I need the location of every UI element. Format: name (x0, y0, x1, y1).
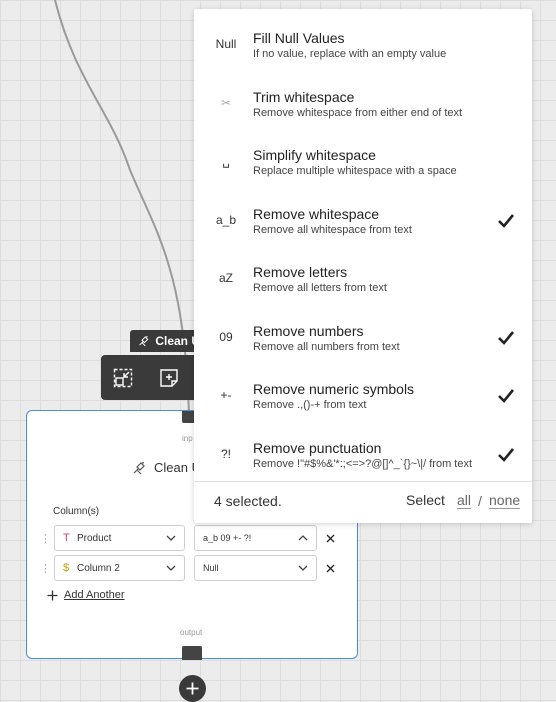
node-title: Clean U (132, 460, 201, 475)
option-title: Fill Null Values (253, 30, 345, 46)
selected-count: 4 selected. (214, 493, 282, 509)
add-node-button[interactable] (179, 675, 206, 702)
output-port-label: output (180, 628, 203, 637)
option-description: Remove !"#$%&'*:;<=>?@[]^_`{}~\|/ from t… (253, 458, 473, 470)
dropdown-footer: 4 selected. Select all / none (194, 481, 532, 523)
punctuation-icon: ?! (220, 447, 231, 461)
input-port-label: inp (182, 434, 193, 443)
option-remove-numbers[interactable]: 09 Remove numbers Remove all numbers fro… (194, 310, 532, 366)
plus-icon (186, 682, 199, 695)
option-description: Remove all whitespace from text (253, 224, 412, 236)
add-another-label: Add Another (64, 589, 125, 601)
whitespace-icon: ␣ (222, 154, 230, 168)
option-remove-letters[interactable]: aZ Remove letters Remove all letters fro… (194, 251, 532, 307)
operations-select[interactable]: a_b 09 +- ?! (194, 525, 317, 551)
column-select-value: Column 2 (77, 562, 120, 574)
checkmark-icon (498, 214, 515, 228)
option-description: If no value, replace with an empty value (253, 48, 447, 60)
close-icon (326, 534, 334, 542)
option-title: Remove numbers (253, 323, 364, 339)
chevron-down-icon (298, 565, 308, 571)
select-separator: / (478, 493, 482, 509)
output-port[interactable] (182, 646, 202, 660)
column-row: ⋮⋮ T Product a_b 09 +- ?! (40, 525, 340, 551)
node-toolbar (101, 355, 200, 400)
option-title: Remove punctuation (253, 440, 382, 456)
note-icon (160, 368, 178, 387)
checkmark-icon (498, 331, 515, 345)
option-title: Simplify whitespace (253, 147, 376, 163)
column-select[interactable]: T Product (54, 525, 185, 551)
collapse-icon (113, 368, 133, 387)
column-row: ⋮⋮ $ Column 2 Null (40, 555, 340, 581)
operations-dropdown: Null Fill Null Values If no value, repla… (194, 9, 532, 523)
option-fill-null[interactable]: Null Fill Null Values If no value, repla… (194, 17, 532, 73)
option-description: Remove all numbers from text (253, 341, 400, 353)
option-description: Replace multiple whitespace with a space (253, 165, 457, 177)
column-select-value: Product (77, 532, 112, 544)
option-remove-numeric-symbols[interactable]: +- Remove numeric symbols Remove .,()-+ … (194, 368, 532, 424)
column-select[interactable]: $ Column 2 (54, 555, 185, 581)
chevron-up-icon (298, 535, 308, 541)
add-another-button[interactable]: Add Another (47, 589, 125, 601)
node-tag: Clean U (130, 330, 200, 352)
clean-icon (139, 336, 149, 347)
chevron-down-icon (166, 535, 176, 541)
select-label: Select (406, 492, 445, 508)
numbers-icon: 09 (219, 330, 233, 344)
select-all-link[interactable]: all (457, 493, 472, 509)
option-title: Remove letters (253, 264, 348, 280)
null-icon: Null (215, 37, 237, 51)
checkmark-icon (498, 389, 515, 403)
option-title: Trim whitespace (253, 89, 355, 105)
drag-handle-icon[interactable]: ⋮⋮ (40, 532, 60, 545)
clean-icon (133, 461, 145, 474)
option-title: Remove whitespace (253, 206, 380, 222)
close-icon (326, 564, 334, 572)
option-description: Remove all letters from text (253, 282, 387, 294)
option-remove-whitespace[interactable]: a_b Remove whitespace Remove all whitesp… (194, 193, 532, 249)
text-type-icon: T (63, 532, 70, 544)
remove-row-button[interactable] (323, 531, 337, 545)
select-none-link[interactable]: none (489, 493, 521, 509)
currency-type-icon: $ (63, 562, 70, 574)
plus-icon (47, 590, 58, 600)
letters-icon: aZ (218, 271, 233, 285)
checkmark-icon (498, 448, 515, 462)
remove-row-button[interactable] (323, 561, 337, 575)
collapse-button[interactable] (111, 366, 135, 390)
option-description: Remove .,()-+ from text (253, 399, 367, 411)
remove-whitespace-icon: a_b (215, 213, 237, 227)
numeric-symbols-icon: +- (220, 388, 232, 402)
drag-handle-icon[interactable]: ⋮⋮ (40, 562, 60, 575)
option-remove-punctuation[interactable]: ?! Remove punctuation Remove !"#$%&'*:;<… (194, 427, 532, 483)
operations-select-value: a_b 09 +- ?! (203, 533, 252, 543)
option-title: Remove numeric symbols (253, 381, 415, 397)
option-simplify-whitespace[interactable]: ␣ Simplify whitespace Replace multiple w… (194, 134, 532, 190)
columns-label: Column(s) (53, 506, 100, 517)
option-trim-whitespace[interactable]: ✂ Trim whitespace Remove whitespace from… (194, 76, 532, 132)
add-note-button[interactable] (157, 366, 181, 390)
operations-select[interactable]: Null (194, 555, 317, 581)
option-description: Remove whitespace from either end of tex… (253, 107, 463, 119)
chevron-down-icon (166, 565, 176, 571)
scissors-icon: ✂ (220, 96, 232, 110)
operations-select-value: Null (203, 563, 219, 573)
